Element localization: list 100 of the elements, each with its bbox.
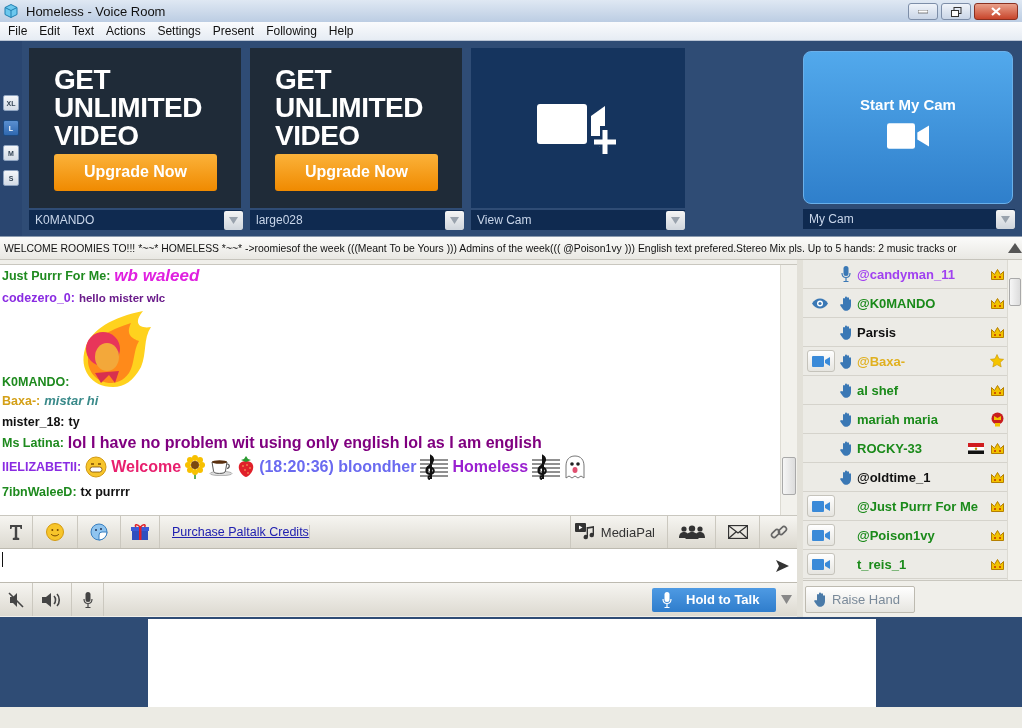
camera-icon xyxy=(812,500,830,512)
sunflower-icon xyxy=(185,455,206,479)
restore-button[interactable] xyxy=(941,3,971,20)
music-staff-icon xyxy=(532,454,561,480)
user-name: @Poison1vy xyxy=(857,527,936,543)
message-text: hello mister wlc xyxy=(78,291,166,304)
hold-to-talk-button[interactable]: Hold to Talk xyxy=(652,587,776,612)
text-cursor xyxy=(2,552,3,567)
camera-select[interactable]: View Cam xyxy=(471,210,685,230)
promo-headline: GET UNLIMITED VIDEO xyxy=(275,65,423,150)
caret-icon xyxy=(671,216,680,224)
menu-item[interactable]: Edit xyxy=(33,24,67,38)
message-input[interactable] xyxy=(0,549,797,583)
scrollbar[interactable] xyxy=(1007,260,1022,581)
mediapal-button[interactable]: MediaPal xyxy=(569,516,668,548)
smiley-icon xyxy=(46,523,64,541)
dropdown-arrow-button[interactable] xyxy=(666,210,685,230)
user-name: @Just Purrr For Me xyxy=(857,498,980,514)
restore-icon xyxy=(950,6,962,17)
user-list-item[interactable]: @candyman_11 xyxy=(803,260,1007,289)
window-title: Homeless - Voice Room xyxy=(26,3,167,19)
link-icon xyxy=(769,523,788,541)
message-text: lol I have no problem wit using only english lol as I am english xyxy=(67,433,542,452)
view-cam-button[interactable] xyxy=(807,553,835,575)
media-music-icon xyxy=(574,523,595,541)
dropdown-arrow-button[interactable] xyxy=(996,209,1015,229)
app-cube-icon xyxy=(4,4,18,18)
strawberry-icon xyxy=(237,456,256,478)
user-name: t_reis_1 xyxy=(857,556,908,572)
user-list-item[interactable]: @oldtime_1 xyxy=(803,463,1007,492)
menu-item[interactable]: Following xyxy=(260,24,323,38)
menu-item[interactable]: Settings xyxy=(151,24,207,38)
promo-headline: GET UNLIMITED VIDEO xyxy=(54,65,202,150)
user-list-item[interactable]: al shef xyxy=(803,376,1007,405)
video-camera-icon xyxy=(887,123,929,149)
user-list-item[interactable]: t_reis_1 xyxy=(803,550,1007,579)
user-name: @oldtime_1 xyxy=(857,469,932,485)
chat-username: Baxa-: xyxy=(2,393,41,408)
menu-item[interactable]: Help xyxy=(322,24,360,38)
close-button[interactable] xyxy=(974,3,1018,20)
menu-item[interactable]: Text xyxy=(66,24,101,38)
message-text: mistar hi xyxy=(44,393,99,408)
camera-select-value: My Cam xyxy=(809,212,854,226)
view-cam-button[interactable] xyxy=(807,524,835,546)
envelope-icon xyxy=(727,525,748,539)
camera-icon xyxy=(812,355,830,367)
coffee-cup-icon xyxy=(209,458,234,476)
minimize-icon xyxy=(918,9,928,14)
chat-username: mister_18: xyxy=(2,414,65,429)
hand-icon xyxy=(814,591,826,607)
user-list-item[interactable]: ROCKY-33 xyxy=(803,434,1007,463)
chat-username: codezero_0: xyxy=(2,290,75,305)
user-list-item[interactable]: @Just Purrr For Me xyxy=(803,492,1007,521)
camera-select[interactable]: K0MANDO xyxy=(29,210,243,230)
user-list-item[interactable]: @K0MANDO xyxy=(803,289,1007,318)
text-format-icon xyxy=(9,524,23,540)
user-list-item[interactable]: Parsis xyxy=(803,318,1007,347)
send-icon[interactable] xyxy=(776,559,789,572)
music-staff-icon xyxy=(420,454,449,480)
chat-username: Ms Latina: xyxy=(2,435,64,450)
scrollbar[interactable] xyxy=(780,265,797,515)
caret-icon xyxy=(450,216,459,224)
user-name: @K0MANDO xyxy=(857,295,937,311)
message-text: tx purrrr xyxy=(80,484,130,499)
message-text: Homeless xyxy=(452,458,529,476)
message-text: (18:20:36) bloondher xyxy=(259,458,417,476)
ghost-icon xyxy=(564,455,587,479)
menu-item[interactable]: Actions xyxy=(100,24,152,38)
view-cam-button[interactable] xyxy=(807,495,835,517)
user-list-item[interactable]: mariah maria xyxy=(803,405,1007,434)
message-text: ty xyxy=(68,414,80,429)
user-name: Parsis xyxy=(857,324,898,340)
menu-item[interactable]: File xyxy=(2,24,34,38)
camera-select-value: View Cam xyxy=(477,213,532,227)
view-cam-button[interactable] xyxy=(807,350,835,372)
user-name: al shef xyxy=(857,382,900,398)
room-topic-text: WELCOME ROOMIES TO!!! *~~* HOMELESS *~~* ->roomiesof the week (((Meant To be Yours ))) Admins of the week((( @Poison1vy ))) English text prefered.Stereo Mix pls. Up to 5 hands: 2 music tracks or xyxy=(3,242,957,254)
camera-select[interactable]: large028 xyxy=(250,210,464,230)
user-name: @Baxa- xyxy=(857,353,907,369)
purchase-credits-link[interactable]: Purchase Paltalk Credits xyxy=(172,525,310,539)
gift-icon xyxy=(131,523,149,541)
camera-select[interactable]: My Cam xyxy=(803,209,1015,229)
user-list-item[interactable]: @Poison1vy xyxy=(803,521,1007,550)
microphone-icon xyxy=(662,591,672,608)
caret-icon xyxy=(229,216,238,224)
sticker-icon xyxy=(90,523,108,541)
chat-username: Just Purrr For Me: xyxy=(2,269,111,283)
dropdown-arrow-icon[interactable] xyxy=(781,595,792,604)
chat-username: K0MANDO: xyxy=(2,375,70,389)
message-text: wb waleed xyxy=(114,266,200,286)
video-tile[interactable] xyxy=(471,48,685,208)
chat-username: 7ibnWaleeD: xyxy=(2,484,77,499)
dropdown-arrow-button[interactable] xyxy=(224,210,243,230)
menu-item[interactable]: Present xyxy=(206,24,261,38)
grin-emoji-icon xyxy=(85,456,108,478)
dropdown-arrow-button[interactable] xyxy=(445,210,464,230)
user-name: ROCKY-33 xyxy=(857,440,924,456)
message-text: Welcome xyxy=(111,458,182,476)
microphone-icon xyxy=(82,591,93,608)
camera-icon xyxy=(812,558,830,570)
